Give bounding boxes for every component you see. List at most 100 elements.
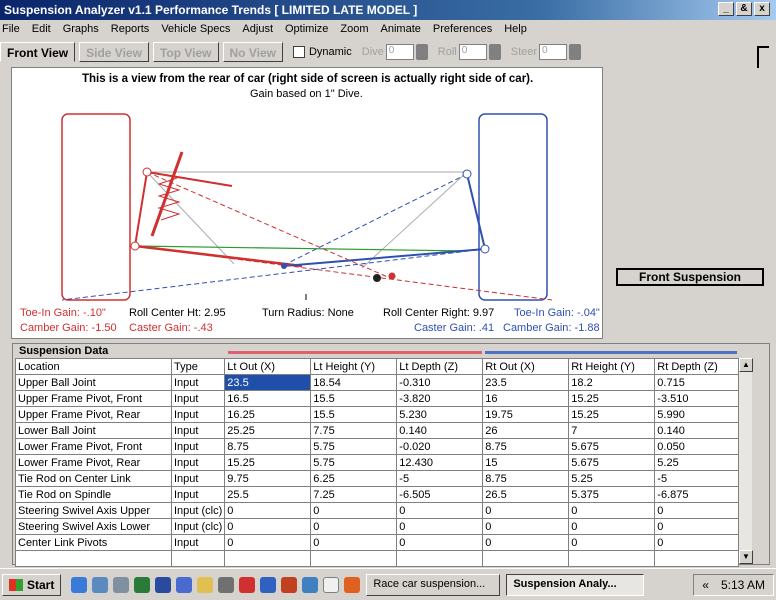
table-cell[interactable]: 7.25	[310, 486, 398, 503]
table-cell[interactable]: -0.020	[396, 438, 484, 455]
app-icon[interactable]	[176, 576, 193, 593]
table-cell[interactable]: 0	[396, 502, 484, 519]
table-cell[interactable]: 16.5	[224, 390, 312, 407]
table-cell[interactable]: 15.25	[568, 406, 656, 423]
table-cell[interactable]: 26	[482, 422, 570, 439]
table-cell[interactable]: 0	[224, 518, 312, 535]
roll-spin-button[interactable]	[488, 44, 501, 60]
table-cell[interactable]: 5.75	[310, 438, 398, 455]
steer-spin-button[interactable]	[569, 44, 582, 60]
car-icon[interactable]	[113, 576, 130, 593]
tab-no-view[interactable]: No View	[222, 42, 283, 62]
steer-input[interactable]: 0	[539, 44, 568, 60]
table-cell[interactable]: 0.050	[654, 438, 740, 455]
table-cell[interactable]: 0	[654, 518, 740, 535]
table-cell[interactable]	[654, 550, 740, 567]
menu-edit[interactable]: Edit	[32, 23, 51, 36]
tab-front-view[interactable]: Front View	[0, 42, 76, 62]
table-cell[interactable]: 0	[310, 502, 398, 519]
table-cell[interactable]: 16	[482, 390, 570, 407]
table-cell[interactable]: 5.675	[568, 438, 656, 455]
menu-adjust[interactable]: Adjust	[242, 23, 273, 36]
table-cell[interactable]: 0	[224, 502, 312, 519]
table-cell[interactable]	[396, 550, 484, 567]
table-cell[interactable]: 5.75	[310, 454, 398, 471]
table-cell[interactable]: 0	[396, 534, 484, 551]
table-cell[interactable]: 19.75	[482, 406, 570, 423]
table-cell[interactable]: 15.5	[310, 406, 398, 423]
table-cell[interactable]	[568, 550, 656, 567]
table-cell[interactable]: 5.990	[654, 406, 740, 423]
table-scrollbar[interactable]: ▲ ▼	[738, 358, 753, 564]
table-cell[interactable]: 0	[482, 502, 570, 519]
table-cell[interactable]: 8.75	[482, 470, 570, 487]
table-cell[interactable]: -5	[396, 470, 484, 487]
firefox-icon[interactable]	[344, 576, 361, 593]
table-cell[interactable]: 8.75	[224, 438, 312, 455]
table-cell[interactable]: -3.820	[396, 390, 484, 407]
media-icon[interactable]	[260, 576, 277, 593]
tab-top-view[interactable]: Top View	[152, 42, 219, 62]
dive-input[interactable]: 0	[385, 44, 414, 60]
table-cell[interactable]: 15.25	[224, 454, 312, 471]
table-cell[interactable]: 16.25	[224, 406, 312, 423]
menu-animate[interactable]: Animate	[381, 23, 421, 36]
table-cell[interactable]: 25.5	[224, 486, 312, 503]
table-cell[interactable]: -5	[654, 470, 740, 487]
tools-icon[interactable]	[218, 576, 235, 593]
table-cell[interactable]: 6.25	[310, 470, 398, 487]
front-suspension-button[interactable]: Front Suspension	[616, 268, 764, 286]
table-cell[interactable]: 9.75	[224, 470, 312, 487]
table-cell[interactable]: 0.140	[654, 422, 740, 439]
menu-vehicle-specs[interactable]: Vehicle Specs	[161, 23, 230, 36]
table-cell[interactable]: 7.75	[310, 422, 398, 439]
table-cell[interactable]: 23.5	[224, 374, 312, 391]
table-cell[interactable]: 0.140	[396, 422, 484, 439]
table-cell[interactable]	[482, 550, 570, 567]
table-cell[interactable]: 26.5	[482, 486, 570, 503]
table-cell[interactable]: 12.430	[396, 454, 484, 471]
table-cell[interactable]: 15	[482, 454, 570, 471]
desktop-icon[interactable]	[92, 576, 109, 593]
table-cell[interactable]: 8.75	[482, 438, 570, 455]
table-cell[interactable]: 5.230	[396, 406, 484, 423]
table-cell[interactable]: 5.375	[568, 486, 656, 503]
excel-icon[interactable]	[134, 576, 151, 593]
tray-expand-button[interactable]: «	[702, 578, 709, 592]
table-cell[interactable]: 0	[654, 534, 740, 551]
task-suspension-analyzer[interactable]: Suspension Analy...	[506, 573, 645, 596]
table-cell[interactable]: -3.510	[654, 390, 740, 407]
table-cell[interactable]: -6.875	[654, 486, 740, 503]
start-button[interactable]: Start	[2, 573, 62, 596]
menu-help[interactable]: Help	[504, 23, 527, 36]
table-cell[interactable]: 15.5	[310, 390, 398, 407]
doc-icon[interactable]	[323, 576, 340, 593]
menu-graphs[interactable]: Graphs	[63, 23, 99, 36]
v-icon[interactable]	[239, 576, 256, 593]
table-cell[interactable]: 0	[654, 502, 740, 519]
menu-reports[interactable]: Reports	[111, 23, 150, 36]
tab-side-view[interactable]: Side View	[79, 42, 149, 62]
table-cell[interactable]: 0	[568, 518, 656, 535]
menu-file[interactable]: File	[2, 23, 20, 36]
menu-preferences[interactable]: Preferences	[433, 23, 492, 36]
close-button[interactable]: x	[754, 2, 770, 16]
table-cell[interactable]: 0	[224, 534, 312, 551]
table-cell[interactable]: 0	[396, 518, 484, 535]
maximize-button[interactable]: &	[736, 2, 752, 16]
table-cell[interactable]: 7	[568, 422, 656, 439]
folder-icon[interactable]	[197, 576, 214, 593]
table-cell[interactable]: 5.25	[568, 470, 656, 487]
table-cell[interactable]: 0	[568, 502, 656, 519]
scroll-down-arrow-icon[interactable]: ▼	[739, 550, 753, 564]
table-cell[interactable]: 0	[482, 518, 570, 535]
menu-zoom[interactable]: Zoom	[340, 23, 368, 36]
table-cell[interactable]: 0	[568, 534, 656, 551]
table-cell[interactable]: 18.2	[568, 374, 656, 391]
table-cell[interactable]	[310, 550, 398, 567]
ie-icon[interactable]	[71, 576, 88, 593]
table-cell[interactable]: 0.715	[654, 374, 740, 391]
table-cell[interactable]: 5.25	[654, 454, 740, 471]
table-cell[interactable]: -0.310	[396, 374, 484, 391]
table-cell[interactable]: 23.5	[482, 374, 570, 391]
